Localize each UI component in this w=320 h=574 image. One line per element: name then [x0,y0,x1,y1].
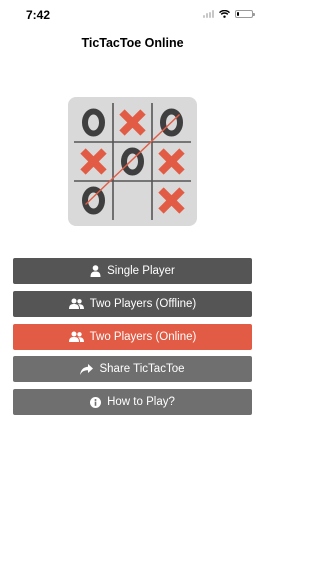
main-menu: Single Player Two Players (Offline) Two Pl… [13,258,252,422]
x-mark-icon [119,109,146,136]
status-time: 7:42 [26,8,51,22]
battery-icon [235,10,255,18]
people-icon [68,331,84,343]
status-icons [203,10,255,18]
x-mark-icon [158,187,185,214]
app-title: TicTacToe Online [81,36,184,50]
o-mark-icon [82,186,105,215]
share-tictactoe-button[interactable]: Share TicTacToe [13,356,252,383]
status-bar: 7:42 [0,0,265,30]
menu-button-label: Single Player [107,265,175,277]
wifi-icon [219,10,230,18]
x-mark-icon [80,148,107,175]
people-icon [68,298,84,310]
cellular-signal-icon [203,10,214,18]
x-mark-icon [158,148,185,175]
info-icon [90,396,102,408]
two-players-online-button[interactable]: Two Players (Online) [13,323,252,350]
menu-button-label: Share TicTacToe [99,363,185,376]
single-player-button[interactable]: Single Player [13,258,252,284]
game-board-logo [68,97,197,226]
person-icon [90,265,101,277]
board-grid [74,103,191,220]
how-to-play-button[interactable]: How to Play? [13,389,252,416]
menu-button-label: Two Players (Online) [89,330,197,343]
share-arrow-icon [80,363,94,375]
two-players-offline-button[interactable]: Two Players (Offline) [13,290,252,317]
menu-button-label: How to Play? [107,396,175,409]
o-mark-icon [82,108,105,137]
menu-button-label: Two Players (Offline) [89,297,197,310]
